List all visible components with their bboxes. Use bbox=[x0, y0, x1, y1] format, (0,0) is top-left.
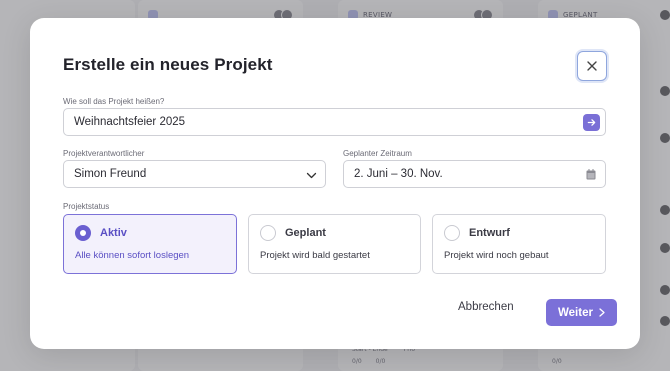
next-button[interactable]: Weiter bbox=[546, 299, 617, 326]
confirm-arrow-button[interactable] bbox=[583, 114, 600, 131]
dialog-title: Erstelle ein neues Projekt bbox=[63, 55, 273, 74]
next-button-label: Weiter bbox=[558, 306, 593, 319]
project-name-field[interactable] bbox=[63, 108, 606, 136]
status-option-aktiv[interactable]: Aktiv Alle können sofort loslegen bbox=[63, 214, 237, 274]
arrow-right-icon bbox=[587, 119, 596, 126]
status-option-title: Entwurf bbox=[469, 227, 510, 239]
project-name-label: Wie soll das Projekt heißen? bbox=[63, 97, 165, 106]
status-option-description: Alle können sofort loslegen bbox=[75, 250, 190, 261]
radio-selected[interactable] bbox=[75, 225, 91, 241]
owner-label: Projektverantwortlicher bbox=[63, 149, 145, 158]
owner-value: Simon Freund bbox=[74, 168, 147, 180]
chevron-right-icon bbox=[599, 308, 605, 317]
status-option-description: Projekt wird noch gebaut bbox=[444, 250, 549, 261]
status-option-title: Geplant bbox=[285, 227, 326, 239]
period-value: 2. Juni – 30. Nov. bbox=[354, 168, 443, 180]
status-option-entwurf[interactable]: Entwurf Projekt wird noch gebaut bbox=[432, 214, 606, 274]
cancel-button[interactable]: Abbrechen bbox=[458, 301, 514, 313]
radio-unselected[interactable] bbox=[444, 225, 460, 241]
new-project-dialog: Erstelle ein neues Projekt Wie soll das … bbox=[30, 18, 640, 349]
period-field[interactable]: 2. Juni – 30. Nov. bbox=[343, 160, 606, 188]
radio-unselected[interactable] bbox=[260, 225, 276, 241]
close-button[interactable] bbox=[577, 51, 607, 81]
project-name-input[interactable] bbox=[74, 116, 605, 128]
owner-select[interactable]: Simon Freund bbox=[63, 160, 326, 188]
close-icon bbox=[587, 61, 597, 71]
status-label: Projektstatus bbox=[63, 202, 110, 211]
chevron-down-icon bbox=[306, 172, 317, 179]
calendar-icon bbox=[586, 169, 596, 180]
period-label: Geplanter Zeitraum bbox=[343, 149, 412, 158]
status-option-title: Aktiv bbox=[100, 227, 127, 239]
status-option-geplant[interactable]: Geplant Projekt wird bald gestartet bbox=[248, 214, 421, 274]
status-option-description: Projekt wird bald gestartet bbox=[260, 250, 370, 261]
